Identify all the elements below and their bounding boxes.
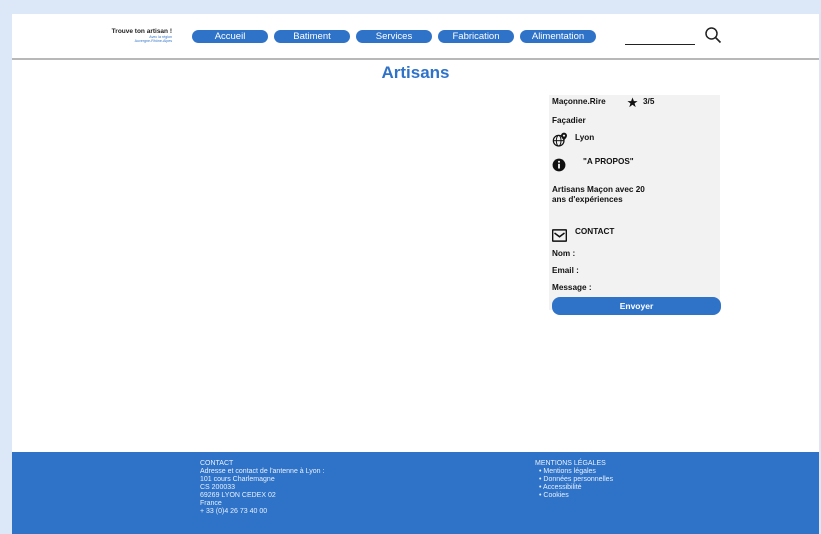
artisan-city: Lyon xyxy=(575,133,595,142)
logo[interactable]: Trouve ton artisan ! Avec la région Auve… xyxy=(94,28,172,43)
footer-contact: CONTACT Adresse et contact de l'antenne … xyxy=(200,460,324,516)
artisan-card: Maçonne.Rire 3/5 Façadier Lyon "A PROPOS… xyxy=(549,95,720,310)
footer-contact-line: 101 cours Charlemagne xyxy=(200,476,275,483)
search-input[interactable] xyxy=(625,44,695,45)
artisan-name: Maçonne.Rire xyxy=(552,97,606,106)
footer-link-accessibilite[interactable]: Accessibilité xyxy=(539,484,613,492)
nav-alimentation-button[interactable]: Alimentation xyxy=(520,30,596,43)
message-field-label[interactable]: Message : xyxy=(552,283,592,292)
footer-contact-heading: CONTACT xyxy=(200,460,234,467)
header: Trouve ton artisan ! Avec la région Auve… xyxy=(12,14,819,60)
footer-contact-line: CS 200033 xyxy=(200,484,236,491)
footer-contact-phone[interactable]: + 33 (0)4 26 73 40 00 xyxy=(200,508,324,516)
send-button[interactable]: Envoyer xyxy=(552,297,721,315)
about-text-line-2: ans d'expériences xyxy=(552,195,623,204)
footer-contact-line: France xyxy=(200,500,222,507)
name-field-label[interactable]: Nom : xyxy=(552,249,575,258)
info-icon xyxy=(552,158,566,172)
logo-title: Trouve ton artisan ! xyxy=(111,28,172,35)
contact-heading: CONTACT xyxy=(575,227,615,236)
footer: CONTACT Adresse et contact de l'antenne … xyxy=(12,452,819,534)
footer-link-cookies[interactable]: Cookies xyxy=(539,492,613,500)
nav-batiment-button[interactable]: Batiment xyxy=(274,30,350,43)
artisan-specialty: Façadier xyxy=(552,116,586,125)
footer-legal-list: Mentions légales Données personnelles Ac… xyxy=(535,468,613,500)
header-divider xyxy=(12,58,819,60)
artisan-rating: 3/5 xyxy=(643,97,655,106)
nav-fabrication-button[interactable]: Fabrication xyxy=(438,30,514,43)
about-text-line-1: Artisans Maçon avec 20 xyxy=(552,185,645,194)
about-heading: "A PROPOS" xyxy=(583,157,634,166)
footer-contact-line: 69269 LYON CEDEX 02 xyxy=(200,492,276,499)
star-icon xyxy=(627,97,638,108)
footer-contact-line: Adresse et contact de l'antenne à Lyon : xyxy=(200,468,325,475)
globe-location-icon xyxy=(552,132,567,147)
footer-link-mentions[interactable]: Mentions légales xyxy=(539,468,613,476)
nav-services-button[interactable]: Services xyxy=(356,30,432,43)
nav-accueil-button[interactable]: Accueil xyxy=(192,30,268,43)
search-icon[interactable] xyxy=(704,26,722,44)
footer-legal: MENTIONS LÉGALES Mentions légales Donnée… xyxy=(535,460,613,500)
footer-legal-heading: MENTIONS LÉGALES xyxy=(535,460,606,467)
logo-subtitle-2: Auvergne-Rhône-Alpes xyxy=(134,39,172,43)
page-title: Artisans xyxy=(381,63,450,82)
mail-icon xyxy=(552,229,567,242)
page: Trouve ton artisan ! Avec la région Auve… xyxy=(12,14,819,534)
email-field-label[interactable]: Email : xyxy=(552,266,579,275)
footer-link-donnees[interactable]: Données personnelles xyxy=(539,476,613,484)
